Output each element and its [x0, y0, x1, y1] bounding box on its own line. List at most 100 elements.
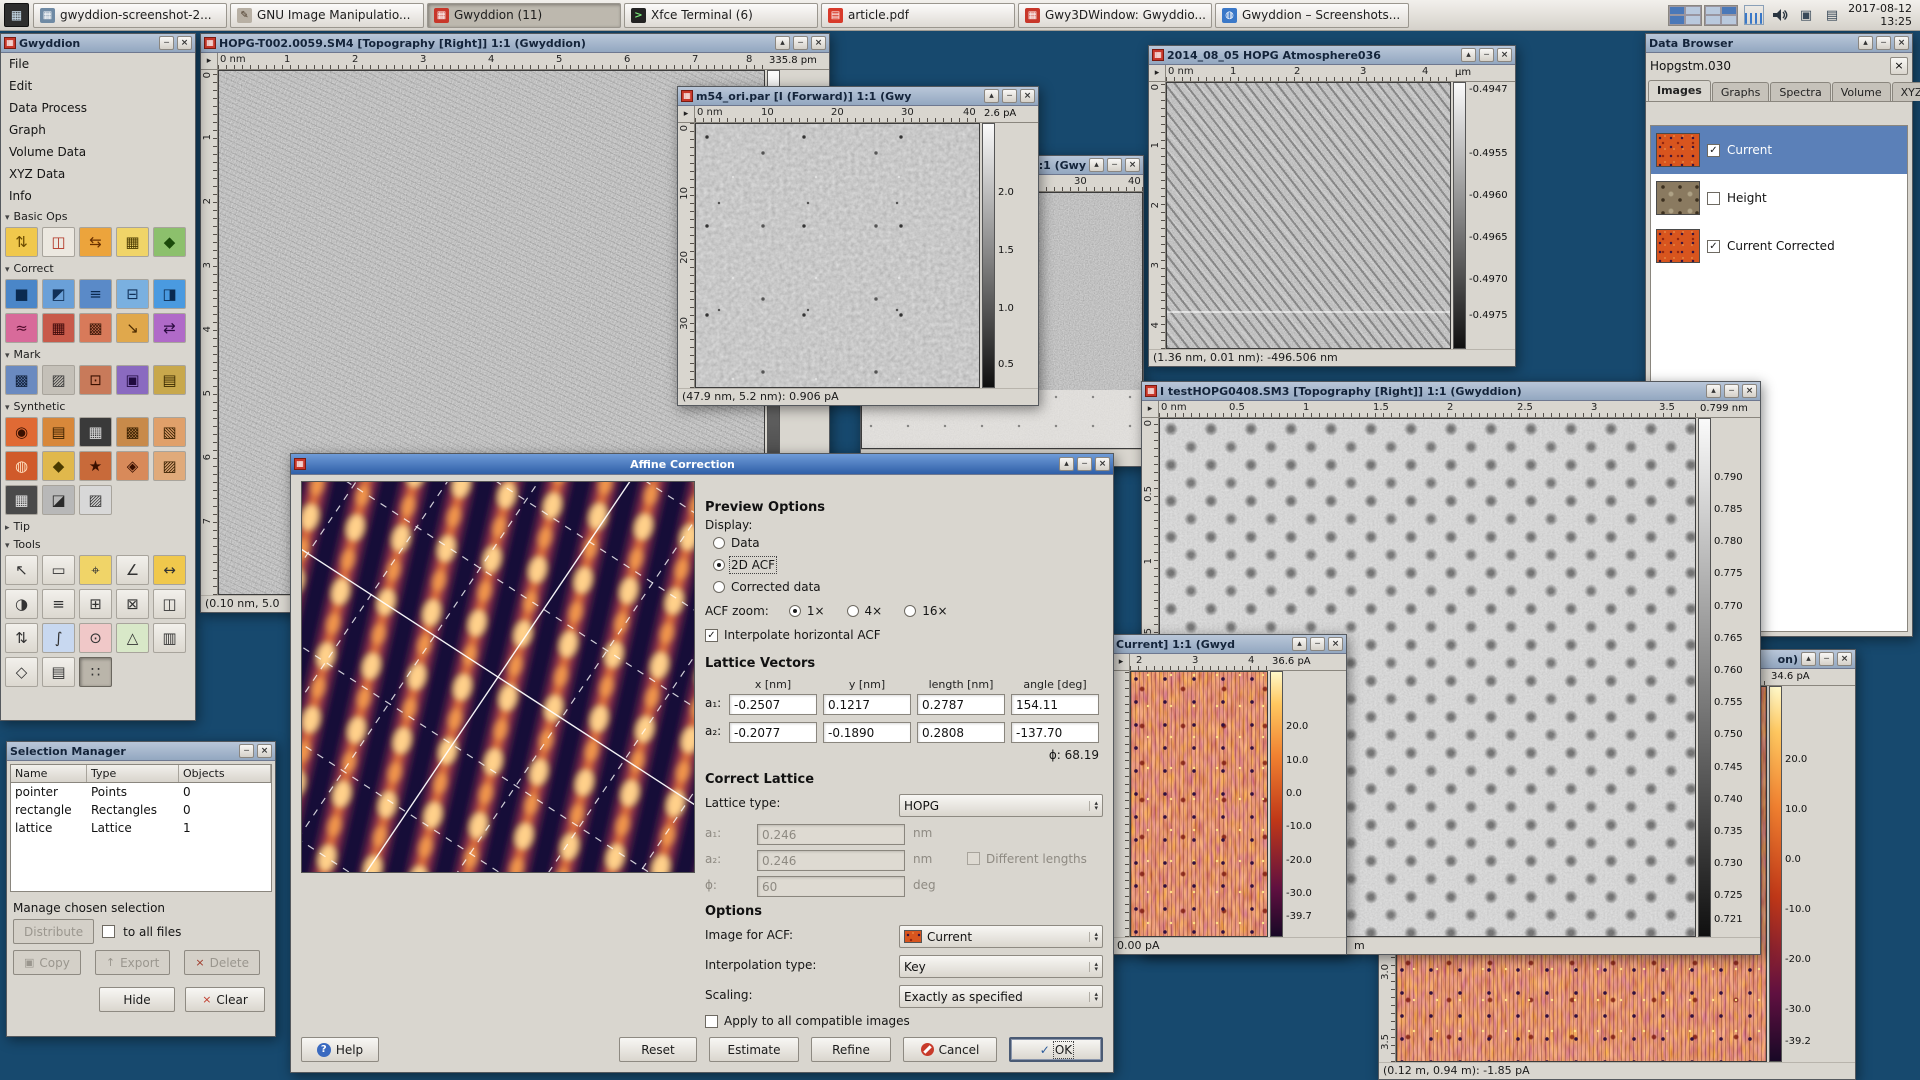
table-row[interactable]: pointer Points 0	[11, 783, 271, 801]
close-button[interactable]	[1328, 637, 1343, 651]
minimize-button[interactable]	[1077, 457, 1092, 471]
a2-y-input[interactable]	[823, 722, 911, 743]
spm-image-canvas[interactable]	[1166, 82, 1451, 349]
toolbox-icon[interactable]: ◨	[153, 279, 186, 309]
lattice-type-combo[interactable]: HOPG	[899, 794, 1103, 817]
radio-display-corrected[interactable]: Corrected data	[713, 580, 1107, 594]
radio-display-data[interactable]: Data	[713, 536, 1107, 550]
titlebar[interactable]: Current] 1:1 (Gwyd	[1113, 635, 1346, 654]
taskbar-window-button[interactable]: ✎ GNU Image Manipulatio...	[230, 3, 424, 28]
a1-length-input[interactable]	[917, 694, 1005, 715]
lattice-a1-input[interactable]	[757, 824, 905, 845]
display-icon[interactable]: ▣	[1796, 5, 1816, 25]
shade-button[interactable]	[775, 36, 790, 50]
titlebar[interactable]: ▦ 2014_08_05 HOPG Atmosphere036	[1149, 46, 1515, 65]
tool-icon[interactable]: ∷	[79, 657, 112, 687]
list-item-height[interactable]: Height	[1651, 174, 1907, 222]
tool-icon[interactable]: ▥	[153, 623, 186, 653]
corner-menu-button[interactable]	[1142, 401, 1159, 418]
tool-icon[interactable]: ◫	[153, 589, 186, 619]
reset-button[interactable]: Reset	[619, 1037, 697, 1062]
toolbox-icon[interactable]: ⇅	[5, 227, 38, 257]
minimize-button[interactable]	[793, 36, 808, 50]
toolbox-icon[interactable]: ◉	[5, 417, 38, 447]
minimize-button[interactable]	[1002, 89, 1017, 103]
delete-button[interactable]: ×Delete	[184, 950, 260, 975]
toolbox-icon[interactable]: ≈	[5, 313, 38, 343]
close-button[interactable]	[1837, 652, 1852, 666]
tab-spectra[interactable]: Spectra	[1770, 82, 1830, 101]
shade-button[interactable]	[1801, 652, 1816, 666]
help-button[interactable]: ?Help	[301, 1037, 379, 1062]
menu-item[interactable]: Graph	[1, 119, 195, 141]
distribute-button[interactable]: Distribute	[13, 919, 94, 944]
toolbox-icon[interactable]: ■	[5, 279, 38, 309]
checkbox-interpolate-acf[interactable]: Interpolate horizontal ACF	[705, 628, 1107, 642]
toolbox-icon[interactable]: ★	[79, 451, 112, 481]
clock[interactable]: 2017-08-12 13:25	[1848, 2, 1916, 28]
toolbox-icon[interactable]: ⇄	[153, 313, 186, 343]
radio-zoom-16x[interactable]	[904, 605, 916, 617]
shade-button[interactable]	[1461, 48, 1476, 62]
visibility-checkbox[interactable]	[1707, 240, 1720, 253]
toolbox-icon[interactable]: ◫	[42, 227, 75, 257]
tool-icon[interactable]: ⇅	[5, 623, 38, 653]
menu-item[interactable]: Data Process	[1, 97, 195, 119]
minimize-button[interactable]	[1107, 158, 1122, 172]
interpolation-type-combo[interactable]: Key	[899, 955, 1103, 978]
checkbox-apply-all[interactable]: Apply to all compatible images	[705, 1014, 1107, 1028]
toolbox-icon[interactable]: ◍	[5, 451, 38, 481]
menu-item[interactable]: Info	[1, 185, 195, 207]
titlebar[interactable]: ▦ m54_ori.par [I (Forward)] 1:1 (Gwy	[678, 87, 1038, 106]
minimize-button[interactable]	[239, 744, 254, 758]
file-close-button[interactable]: ×	[1890, 57, 1908, 75]
lattice-a2-input[interactable]	[757, 850, 905, 871]
toolbox-icon[interactable]: ▤	[42, 417, 75, 447]
scaling-combo[interactable]: Exactly as specified	[899, 985, 1103, 1008]
tab-volume[interactable]: Volume	[1832, 82, 1891, 101]
list-item-current-corrected[interactable]: Current Corrected	[1651, 222, 1907, 270]
close-button[interactable]	[1497, 48, 1512, 62]
menu-item[interactable]: Volume Data	[1, 141, 195, 163]
menu-item[interactable]: Edit	[1, 75, 195, 97]
titlebar[interactable]: ▦ Affine Correction	[291, 454, 1113, 475]
tab-xyz[interactable]: XYZ	[1892, 82, 1920, 101]
toolbox-icon[interactable]: ▩	[5, 365, 38, 395]
shade-button[interactable]	[1858, 36, 1873, 50]
section-basic-ops[interactable]: Basic Ops	[1, 207, 195, 225]
toolbox-icon[interactable]: ◪	[42, 485, 75, 515]
close-button[interactable]	[1894, 36, 1909, 50]
minimize-button[interactable]	[1479, 48, 1494, 62]
toolbox-icon[interactable]: ▨	[153, 451, 186, 481]
minimize-button[interactable]	[1819, 652, 1834, 666]
corner-menu-button[interactable]	[1149, 65, 1166, 82]
shade-button[interactable]	[1292, 637, 1307, 651]
close-button[interactable]	[1742, 384, 1757, 398]
notes-icon[interactable]: ▤	[1822, 5, 1842, 25]
toolbox-icon[interactable]: ▤	[153, 365, 186, 395]
window-list-icon[interactable]: ▦	[4, 3, 29, 27]
list-item-current[interactable]: Current	[1651, 126, 1907, 174]
titlebar[interactable]: ▦ Gwyddion	[1, 34, 195, 53]
corner-menu-button[interactable]	[201, 53, 218, 70]
taskbar-window-button[interactable]: > Xfce Terminal (6)	[624, 3, 818, 28]
taskbar-window-button[interactable]: ▦ Gwy3DWindow: Gwyddio...	[1018, 3, 1212, 28]
toolbox-icon[interactable]: ▦	[42, 313, 75, 343]
toolbox-icon[interactable]: ◆	[153, 227, 186, 257]
section-synthetic[interactable]: Synthetic	[1, 397, 195, 415]
toolbox-icon[interactable]: ⊡	[79, 365, 112, 395]
toolbox-icon[interactable]: ▩	[79, 313, 112, 343]
section-correct[interactable]: Correct	[1, 259, 195, 277]
refine-button[interactable]: Refine	[811, 1037, 891, 1062]
tool-icon[interactable]: ↖	[5, 555, 38, 585]
tool-icon[interactable]: ⌖	[79, 555, 112, 585]
close-button[interactable]	[1095, 457, 1110, 471]
table-row[interactable]: lattice Lattice 1	[11, 819, 271, 837]
section-tools[interactable]: Tools	[1, 535, 195, 553]
taskbar-window-button[interactable]: ▦ gwyddion-screenshot-2...	[33, 3, 227, 28]
toolbox-icon[interactable]: ↘	[116, 313, 149, 343]
a1-y-input[interactable]	[823, 694, 911, 715]
section-tip[interactable]: Tip	[1, 517, 195, 535]
tab-graphs[interactable]: Graphs	[1712, 82, 1769, 101]
corner-menu-button[interactable]	[678, 106, 695, 123]
